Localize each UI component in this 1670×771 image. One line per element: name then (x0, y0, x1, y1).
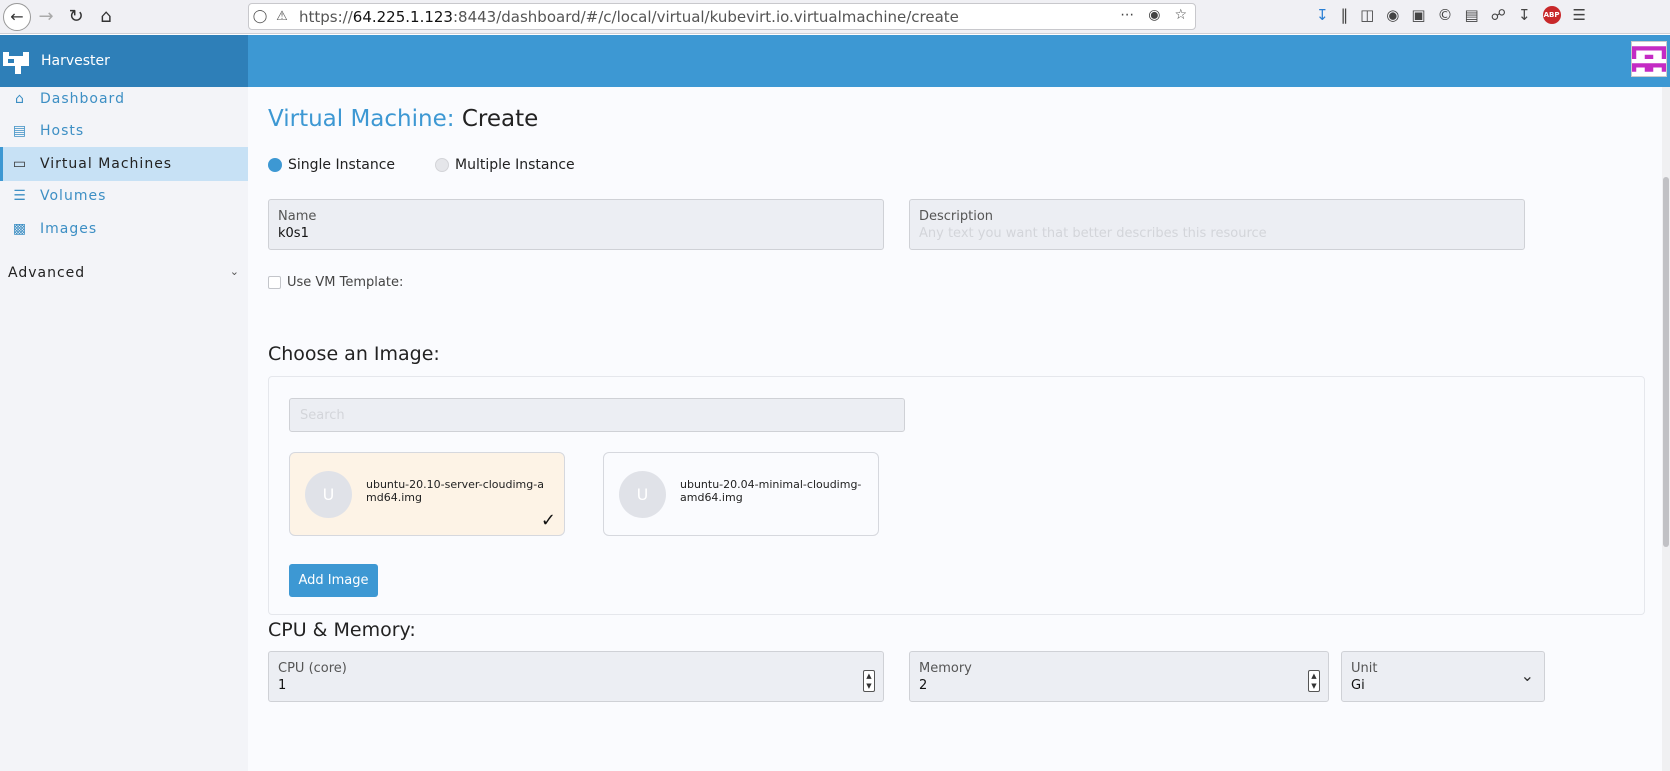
checkmark-icon: ✓ (540, 510, 556, 531)
memory-input[interactable]: 2 (919, 678, 927, 693)
sidebar-item-hosts[interactable]: ▤ Hosts (0, 114, 248, 148)
cpu-memory-title: CPU & Memory: (268, 619, 416, 641)
user-avatar[interactable] (1631, 41, 1667, 77)
image-search-input[interactable]: Search (289, 398, 905, 432)
description-field[interactable]: Description Any text you want that bette… (909, 199, 1525, 250)
link-icon[interactable]: ☍ (1491, 6, 1506, 24)
use-template-checkbox[interactable] (268, 276, 281, 289)
memory-stepper[interactable]: ▲ ▼ (1308, 670, 1320, 692)
sidebar-item-label: Dashboard (40, 91, 125, 107)
instance-type-radio-group: Single Instance Multiple Instance (268, 157, 615, 173)
sidebar-item-volumes[interactable]: ☰ Volumes (0, 179, 248, 213)
single-instance-label[interactable]: Single Instance (288, 157, 395, 173)
harvester-logo-icon (0, 45, 32, 77)
unit-value[interactable]: Gi (1351, 678, 1365, 693)
bookmark-star-icon[interactable]: ☆ (1174, 7, 1187, 23)
brand-name: Harvester (41, 53, 110, 69)
page-title: Virtual Machine: Create (268, 106, 539, 132)
reload-icon[interactable]: ↻ (61, 2, 91, 32)
image-avatar: U (305, 471, 352, 518)
sidebar-group-advanced[interactable]: Advanced ⌄ (8, 265, 240, 281)
top-bar (248, 35, 1670, 87)
brand-header: Harvester (0, 35, 248, 87)
unit-select[interactable]: Unit Gi ⌄ (1341, 651, 1545, 702)
chevron-down-icon: ⌄ (1520, 666, 1534, 685)
multiple-instance-label[interactable]: Multiple Instance (455, 157, 575, 173)
crop-icon[interactable]: ▣ (1411, 6, 1425, 24)
image-name: ubuntu-20.10-server-cloudimg-amd64.img (366, 478, 544, 504)
image-card[interactable]: U ubuntu-20.04-minimal-cloudimg-amd64.im… (603, 452, 879, 536)
image-avatar: U (619, 471, 666, 518)
image-name: ubuntu-20.04-minimal-cloudimg-amd64.img (680, 478, 862, 504)
cpu-input[interactable]: 1 (278, 678, 286, 693)
sidebar-item-label: Images (40, 221, 98, 237)
name-field[interactable]: Name k0s1 (268, 199, 884, 250)
url-text[interactable]: https://64.225.1.123:8443/dashboard/#/c/… (299, 8, 959, 26)
pocket-icon[interactable]: ◉ (1148, 7, 1160, 23)
image-panel: Search U ubuntu-20.10-server-cloudimg-am… (268, 376, 1645, 615)
sidebar-item-dashboard[interactable]: ⌂ Dashboard (0, 82, 248, 116)
shield-icon[interactable]: ◯ (249, 9, 271, 24)
scrollbar[interactable] (1662, 87, 1670, 771)
back-arrow-icon[interactable]: ← (3, 2, 31, 31)
choose-image-title: Choose an Image: (268, 343, 440, 365)
adblock-icon[interactable]: ABP (1542, 6, 1561, 24)
sidebar-item-virtual-machines[interactable]: ▭ Virtual Machines (0, 147, 248, 181)
scrollbar-thumb[interactable] (1663, 177, 1669, 547)
lock-warning-icon[interactable]: ⚠ (271, 9, 293, 24)
cpu-stepper[interactable]: ▲ ▼ (863, 670, 875, 692)
sidebar-item-label: Hosts (40, 123, 85, 139)
sidebar-toggle-icon[interactable]: ◫ (1360, 6, 1374, 24)
download-arrow-icon[interactable]: ↧ (1518, 6, 1531, 24)
sidebar-group-label: Advanced (8, 265, 86, 281)
url-bar[interactable]: ◯ ⚠ https://64.225.1.123:8443/dashboard/… (248, 3, 1196, 30)
container-icon[interactable]: ▤ (1465, 6, 1479, 24)
single-instance-radio[interactable] (268, 158, 282, 172)
image-card[interactable]: U ubuntu-20.10-server-cloudimg-amd64.img… (289, 452, 565, 536)
library-icon[interactable]: ‖ (1341, 6, 1349, 24)
browser-extensions: ↧ ‖ ◫ ◉ ▣ © ▤ ☍ ↧ ABP ☰ (1316, 6, 1586, 24)
account-icon[interactable]: ◉ (1386, 6, 1399, 24)
server-icon: ▤ (12, 123, 28, 139)
home-icon: ⌂ (15, 91, 25, 107)
cpu-field[interactable]: CPU (core) 1 ▲ ▼ (268, 651, 884, 702)
chevron-down-icon: ⌄ (229, 265, 240, 278)
page-actions-icon[interactable]: ⋯ (1120, 7, 1134, 23)
use-template-label[interactable]: Use VM Template: (287, 275, 403, 290)
multiple-instance-radio[interactable] (435, 158, 450, 172)
menu-icon[interactable]: ☰ (1573, 6, 1586, 24)
monitor-icon: ▭ (12, 156, 28, 172)
add-image-button[interactable]: Add Image (289, 564, 378, 597)
disk-icon: ▩ (12, 221, 28, 237)
name-input[interactable]: k0s1 (278, 226, 309, 241)
sidebar: ⌂ Dashboard ▤ Hosts ▭ Virtual Machines ☰… (0, 87, 248, 771)
download-icon[interactable]: ↧ (1316, 6, 1329, 24)
description-input[interactable]: Any text you want that better describes … (919, 226, 1267, 241)
database-icon: ☰ (13, 188, 27, 204)
home-browser-icon[interactable]: ⌂ (91, 2, 121, 32)
main-content: Virtual Machine: Create Single Instance … (248, 87, 1670, 771)
forward-arrow-icon[interactable]: → (31, 2, 61, 32)
sidebar-item-label: Volumes (40, 188, 107, 204)
sidebar-item-images[interactable]: ▩ Images (0, 212, 248, 246)
use-template-row: Use VM Template: (268, 275, 403, 290)
sidebar-item-label: Virtual Machines (40, 156, 173, 172)
copyright-icon[interactable]: © (1438, 6, 1453, 24)
memory-field[interactable]: Memory 2 ▲ ▼ (909, 651, 1329, 702)
